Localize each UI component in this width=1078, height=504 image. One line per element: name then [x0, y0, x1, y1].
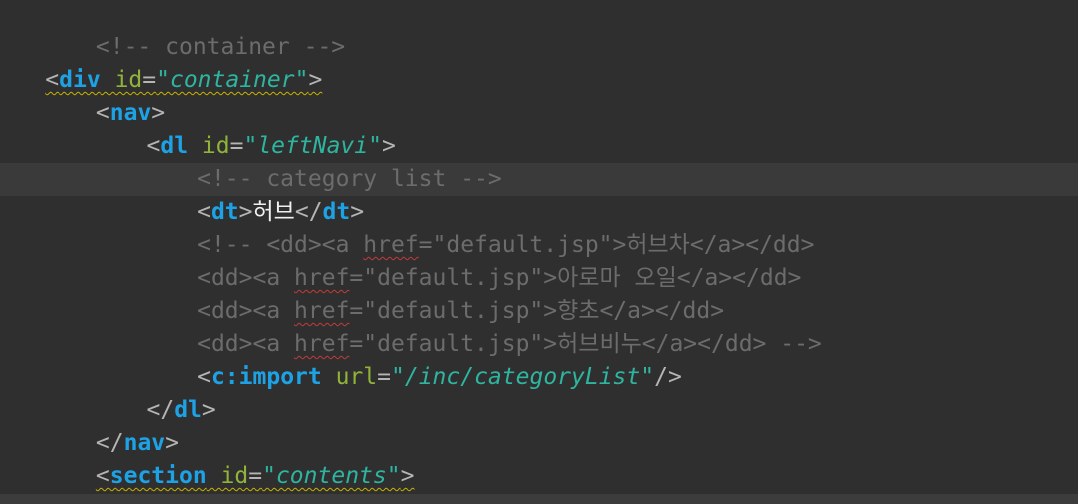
code-token: <dd><a	[197, 298, 295, 324]
code-token: =	[377, 364, 391, 390]
code-line[interactable]: <!-- container -->	[0, 31, 1078, 64]
code-line[interactable]: <dd><a href="default.jsp">향초</a></dd>	[0, 295, 1078, 328]
code-token: nav	[123, 430, 166, 456]
code-token: <	[45, 67, 60, 93]
code-token: href	[294, 298, 350, 324]
code-token: div	[59, 67, 101, 93]
code-line-content: <!-- container -->	[96, 31, 345, 64]
code-token: <!-- category list -->	[197, 166, 502, 192]
code-token: >	[350, 199, 365, 225]
code-token: href	[363, 232, 419, 258]
code-token: />	[654, 364, 682, 390]
code-line[interactable]: <dl id="leftNavi">	[0, 130, 1078, 163]
code-token: =	[142, 67, 157, 93]
code-line[interactable]: <dt>허브</dt>	[0, 196, 1078, 229]
code-token: =	[248, 463, 263, 489]
code-line-content: <section id="contents">	[96, 460, 415, 493]
code-line-content: </dl>	[147, 394, 216, 427]
code-token: id	[201, 133, 230, 159]
code-token: "container"	[156, 67, 309, 93]
code-token: <	[95, 463, 110, 489]
code-token: >	[400, 463, 415, 489]
code-token: ="default.jsp">아로마 오일</a></dd>	[349, 265, 802, 291]
code-line[interactable]: <dd><a href="default.jsp">허브비누</a></dd> …	[0, 328, 1078, 361]
code-token: <!-- container -->	[95, 34, 346, 60]
code-token: href	[294, 265, 350, 291]
code-token: </	[294, 199, 323, 225]
code-line[interactable]: </dl>	[0, 394, 1078, 427]
code-line-content: <dl id="leftNavi">	[147, 130, 396, 163]
code-token: =	[229, 133, 244, 159]
code-line-content: <div id="container">	[45, 64, 322, 97]
code-token: href	[294, 331, 350, 357]
code-line-content: <nav>	[96, 97, 165, 130]
code-line[interactable]: <!-- category list -->	[0, 163, 1078, 196]
code-token: "/inc/categoryList"	[391, 364, 655, 390]
code-line-content: <dd><a href="default.jsp">아로마 오일</a></dd…	[197, 262, 801, 295]
code-line[interactable]: <div id="container">	[0, 64, 1078, 97]
code-token: <	[95, 100, 110, 126]
code-line-content: </nav>	[96, 427, 179, 460]
code-line[interactable]: <!-- <dd><a href="default.jsp">허브차</a></…	[0, 229, 1078, 262]
code-token: >	[165, 430, 179, 456]
code-token: dl	[174, 397, 202, 423]
code-token: <dd><a	[197, 265, 295, 291]
code-token: <	[197, 364, 211, 390]
code-line[interactable]: <nav>	[0, 97, 1078, 130]
code-token: </	[95, 430, 124, 456]
code-token: >	[238, 199, 253, 225]
code-token: nav	[109, 100, 152, 126]
code-token: >	[201, 397, 216, 423]
code-line[interactable]: <c:import url="/inc/categoryList"/>	[0, 361, 1078, 394]
code-token: id	[114, 67, 143, 93]
code-line-content: <c:import url="/inc/categoryList"/>	[197, 361, 682, 394]
code-token: c:import	[210, 364, 322, 390]
code-line[interactable]: <section id="contents">	[0, 460, 1078, 493]
code-token: </	[146, 397, 175, 423]
code-editor[interactable]: <!-- container --> <div id="container"> <n…	[0, 0, 1078, 504]
code-token: "contents"	[262, 463, 401, 489]
code-token: url	[335, 364, 378, 390]
code-line-content: <dd><a href="default.jsp">향초</a></dd>	[197, 295, 724, 328]
code-token: "leftNavi"	[243, 133, 382, 159]
code-token: dt	[322, 199, 351, 225]
horizontal-scrollbar[interactable]	[0, 494, 1078, 504]
code-token: ="default.jsp">향초</a></dd>	[349, 298, 725, 324]
code-token: <dd><a	[197, 331, 295, 357]
code-line[interactable]: </nav>	[0, 427, 1078, 460]
code-line-content: <!-- <dd><a href="default.jsp">허브차</a></…	[197, 229, 814, 262]
code-token: <	[197, 199, 211, 225]
code-line[interactable]: <dd><a href="default.jsp">아로마 오일</a></dd…	[0, 262, 1078, 295]
code-token: ="default.jsp">허브차</a></dd>	[418, 232, 815, 258]
code-line-content: <dd><a href="default.jsp">허브비누</a></dd> …	[197, 328, 822, 361]
code-line-content: <!-- category list -->	[197, 163, 502, 196]
code-line-content: <dt>허브</dt>	[197, 196, 364, 229]
code-token: ="default.jsp">허브비누</a></dd> -->	[349, 331, 822, 357]
code-token: >	[308, 67, 323, 93]
code-token: section	[109, 463, 207, 489]
code-token: 허브	[252, 199, 295, 225]
code-token: <!-- <dd><a	[197, 232, 364, 258]
code-token: >	[381, 133, 396, 159]
code-token: dt	[210, 199, 239, 225]
code-token: >	[151, 100, 166, 126]
code-token: id	[220, 463, 249, 489]
code-token: <	[146, 133, 161, 159]
code-token: dl	[160, 133, 189, 159]
